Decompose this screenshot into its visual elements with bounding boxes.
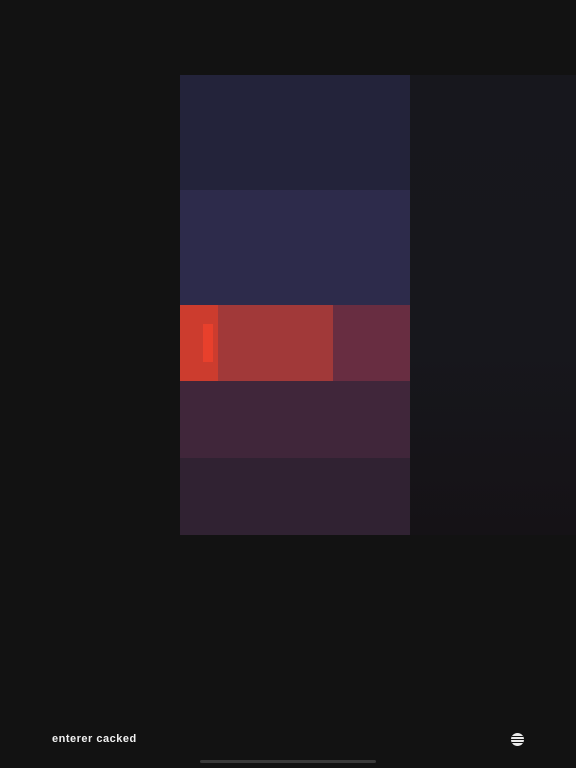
status-label: enterer cacked [52,733,137,745]
band-5[interactable] [180,458,410,535]
band-3-active-row[interactable] [180,305,410,381]
side-panel [410,75,576,535]
selected-segment[interactable] [218,305,333,381]
home-indicator[interactable] [200,760,376,763]
color-stack[interactable] [180,75,410,535]
game-screen: enterer cacked [0,0,576,768]
band-2[interactable] [180,190,410,305]
striped-circle-icon[interactable] [511,733,524,746]
text-cursor-icon [203,324,213,362]
band-4[interactable] [180,381,410,458]
band-1[interactable] [180,75,410,190]
